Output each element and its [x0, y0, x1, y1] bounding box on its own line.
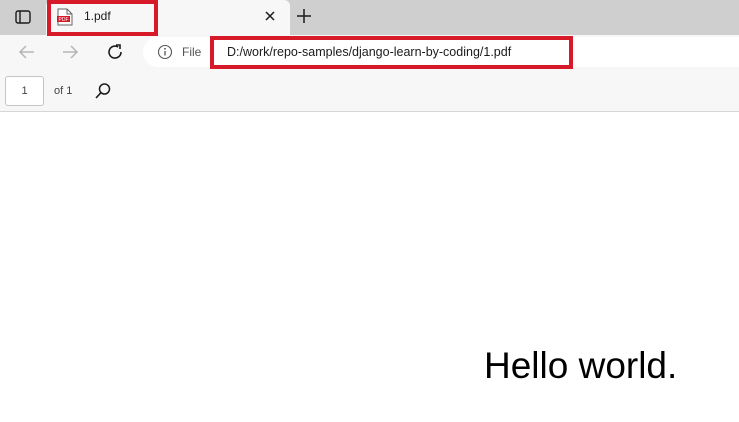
document-text: Hello world.	[484, 345, 678, 386]
search-icon[interactable]	[94, 82, 112, 100]
arrow-left-icon[interactable]	[15, 40, 39, 64]
arrow-right-icon[interactable]	[58, 40, 82, 64]
plus-icon[interactable]	[294, 6, 314, 26]
pdf-document-view: Hello world.	[0, 112, 739, 422]
pdf-toolbar: of 1	[0, 69, 739, 112]
url-highlight-box	[210, 36, 573, 69]
tab-actions-icon[interactable]	[13, 8, 33, 26]
close-icon[interactable]	[263, 9, 277, 23]
reload-icon[interactable]	[103, 40, 127, 64]
tab-highlight-box	[47, 0, 158, 36]
page-number-input[interactable]	[5, 76, 44, 106]
page-count: of 1	[54, 85, 73, 97]
site-label: File	[182, 45, 202, 59]
info-icon[interactable]	[157, 44, 173, 60]
